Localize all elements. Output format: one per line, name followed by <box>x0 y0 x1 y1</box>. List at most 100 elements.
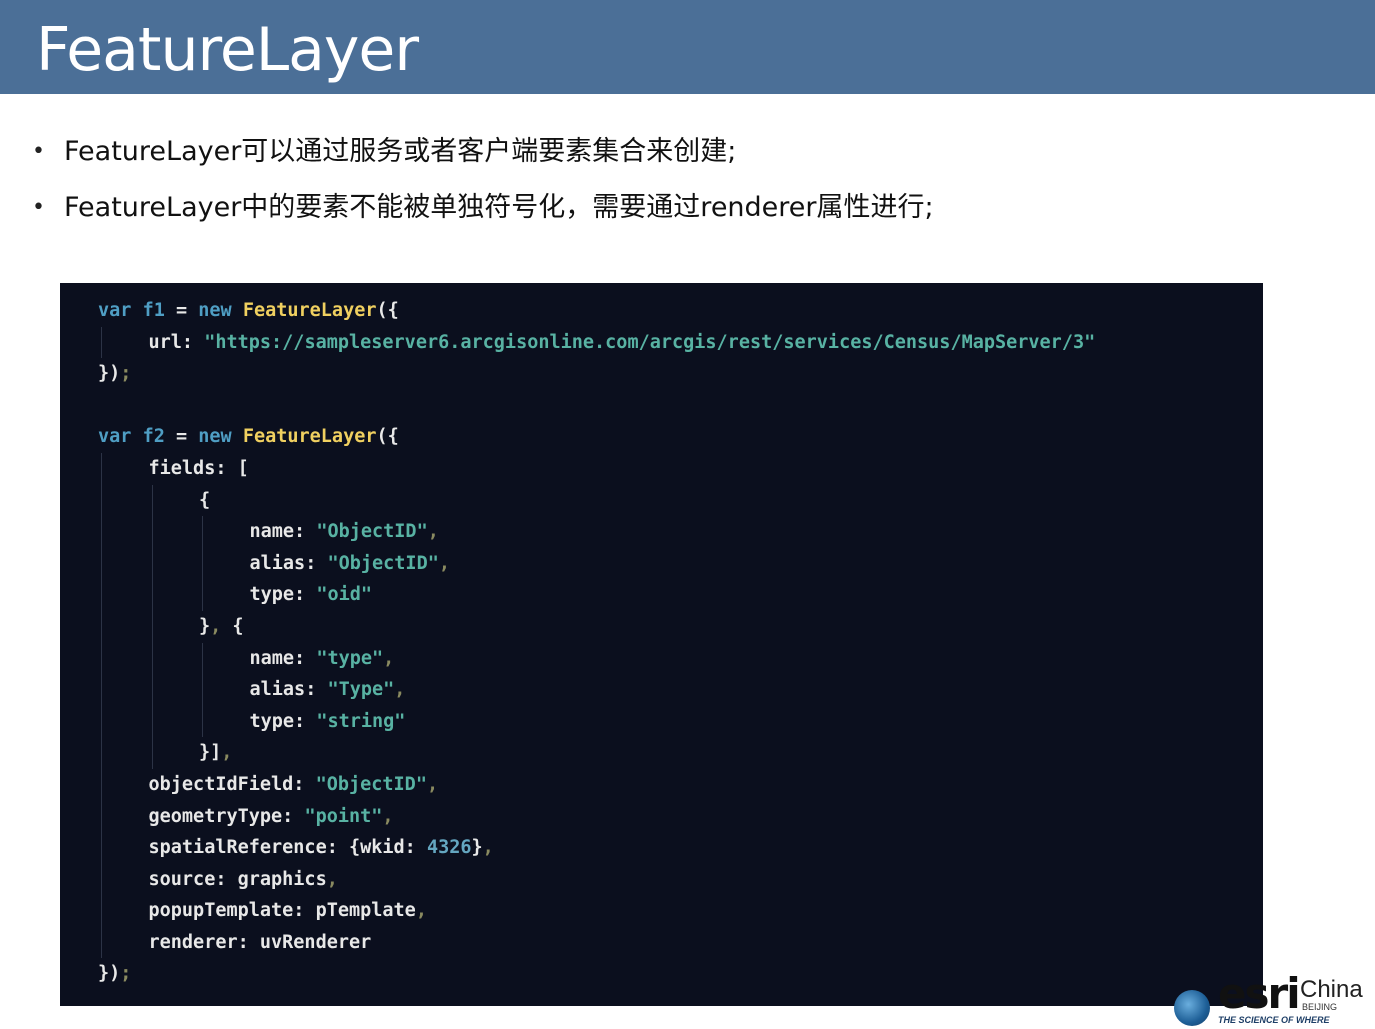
code-token: "type" <box>316 647 384 669</box>
code-token: fields: [ <box>148 457 249 479</box>
indent-guide <box>101 863 102 896</box>
indent-guide <box>202 674 203 706</box>
code-line: }); <box>60 958 1263 990</box>
code-token: "oid" <box>316 584 373 606</box>
code-token: var <box>98 426 132 448</box>
code-line: geometryType: "point", <box>60 800 1263 833</box>
code-text: popupTemplate: pTemplate, <box>149 895 427 927</box>
code-text: type: "string" <box>250 706 406 738</box>
code-token: objectIdField: <box>148 773 316 795</box>
indent-guide <box>101 484 102 517</box>
logo-tagline: THE SCIENCE OF WHERE <box>1218 1015 1330 1025</box>
logo-city: BEIJING <box>1302 1002 1338 1012</box>
bullet-item: • FeatureLayer中的要素不能被单独符号化，需要通过renderer属… <box>32 184 1332 240</box>
indent-guide <box>202 516 203 548</box>
code-token: , <box>221 742 233 764</box>
indent-guide <box>101 547 102 580</box>
globe-icon <box>1174 990 1210 1026</box>
code-text: }); <box>98 358 131 390</box>
code-token: name: <box>249 647 317 669</box>
bullet-text: FeatureLayer中的要素不能被单独符号化，需要通过renderer属性进… <box>64 192 934 223</box>
code-token: type: <box>249 584 317 606</box>
code-block: var f1 = new FeatureLayer({url: "https:/… <box>60 283 1263 1006</box>
code-text: name: "type", <box>250 643 395 675</box>
indent-guide <box>101 895 102 927</box>
logo-region: China <box>1300 976 1363 1003</box>
indent-guide <box>151 705 153 738</box>
code-text: }], <box>199 737 232 769</box>
indent-guide <box>151 737 153 769</box>
indent-guide <box>202 547 203 580</box>
code-token: var <box>98 300 132 321</box>
code-line: fields: [ <box>60 452 1263 485</box>
code-token: "ObjectID" <box>316 521 428 543</box>
code-token: ; <box>120 363 132 385</box>
code-text: name: "ObjectID", <box>250 516 439 548</box>
indent-guide <box>101 579 102 611</box>
slide-title: FeatureLayer <box>36 15 419 85</box>
code-token: , <box>482 837 494 859</box>
indent-guide <box>101 326 102 359</box>
code-text: renderer: uvRenderer <box>149 927 372 959</box>
code-lines: var f1 = new FeatureLayer({url: "https:/… <box>60 295 1263 990</box>
code-text: alias: "Type", <box>250 674 406 706</box>
code-token: } <box>199 615 211 637</box>
esri-china-logo: esri China BEIJING THE SCIENCE OF WHERE <box>1172 972 1372 1028</box>
code-token: name: <box>249 521 317 543</box>
indent-guide <box>202 642 203 675</box>
code-line: spatialReference: {wkid: 4326}, <box>60 832 1263 864</box>
code-line: alias: "ObjectID", <box>60 547 1263 580</box>
code-line: objectIdField: "ObjectID", <box>60 768 1263 801</box>
code-text: spatialReference: {wkid: 4326}, <box>149 832 494 864</box>
bullet-item: • FeatureLayer可以通过服务或者客户端要素集合来创建; <box>32 128 1332 184</box>
code-token: popupTemplate: pTemplate <box>148 900 416 922</box>
indent-guide <box>101 642 102 675</box>
code-line: type: "oid" <box>60 579 1263 611</box>
code-token: "https://sampleserver6.arcgisonline.com/… <box>204 331 1096 353</box>
code-text: geometryType: "point", <box>149 801 394 833</box>
indent-guide <box>202 705 203 738</box>
code-line: var f1 = new FeatureLayer({ <box>60 295 1263 327</box>
code-token: , <box>427 521 439 543</box>
indent-guide <box>101 516 102 548</box>
code-token: "ObjectID" <box>315 773 427 795</box>
code-token: alias: <box>249 679 328 701</box>
code-line: url: "https://sampleserver6.arcgisonline… <box>60 326 1263 359</box>
indent-guide <box>101 800 102 833</box>
logo-wordmark: esri <box>1218 969 1301 1018</box>
code-token: f1 <box>142 300 165 321</box>
code-line: { <box>60 484 1263 517</box>
code-text: { <box>199 485 210 517</box>
code-line: popupTemplate: pTemplate, <box>60 895 1263 927</box>
code-token: = <box>164 300 199 321</box>
code-text: source: graphics, <box>149 864 338 896</box>
indent-guide <box>101 768 102 801</box>
code-token: "ObjectID" <box>327 552 439 574</box>
code-line: var f2 = new FeatureLayer({ <box>60 421 1263 453</box>
code-token: }) <box>98 963 121 985</box>
code-token: } <box>471 837 483 859</box>
code-line: }); <box>60 358 1263 390</box>
indent-guide <box>151 484 153 517</box>
code-line: renderer: uvRenderer <box>60 926 1263 959</box>
code-token: , <box>426 773 439 795</box>
code-token: FeatureLayer <box>242 300 377 321</box>
code-token: type: <box>249 710 317 732</box>
code-token: , <box>326 868 338 890</box>
indent-guide <box>151 579 153 611</box>
code-token: = <box>164 426 199 448</box>
indent-guide <box>151 547 153 580</box>
indent-guide <box>101 452 102 485</box>
code-token: ({ <box>376 300 399 321</box>
indent-guide <box>101 737 102 769</box>
code-text: type: "oid" <box>250 579 373 611</box>
indent-guide <box>151 642 153 675</box>
code-line: name: "type", <box>60 642 1263 675</box>
code-token: "string" <box>316 710 406 732</box>
indent-guide <box>101 832 102 864</box>
